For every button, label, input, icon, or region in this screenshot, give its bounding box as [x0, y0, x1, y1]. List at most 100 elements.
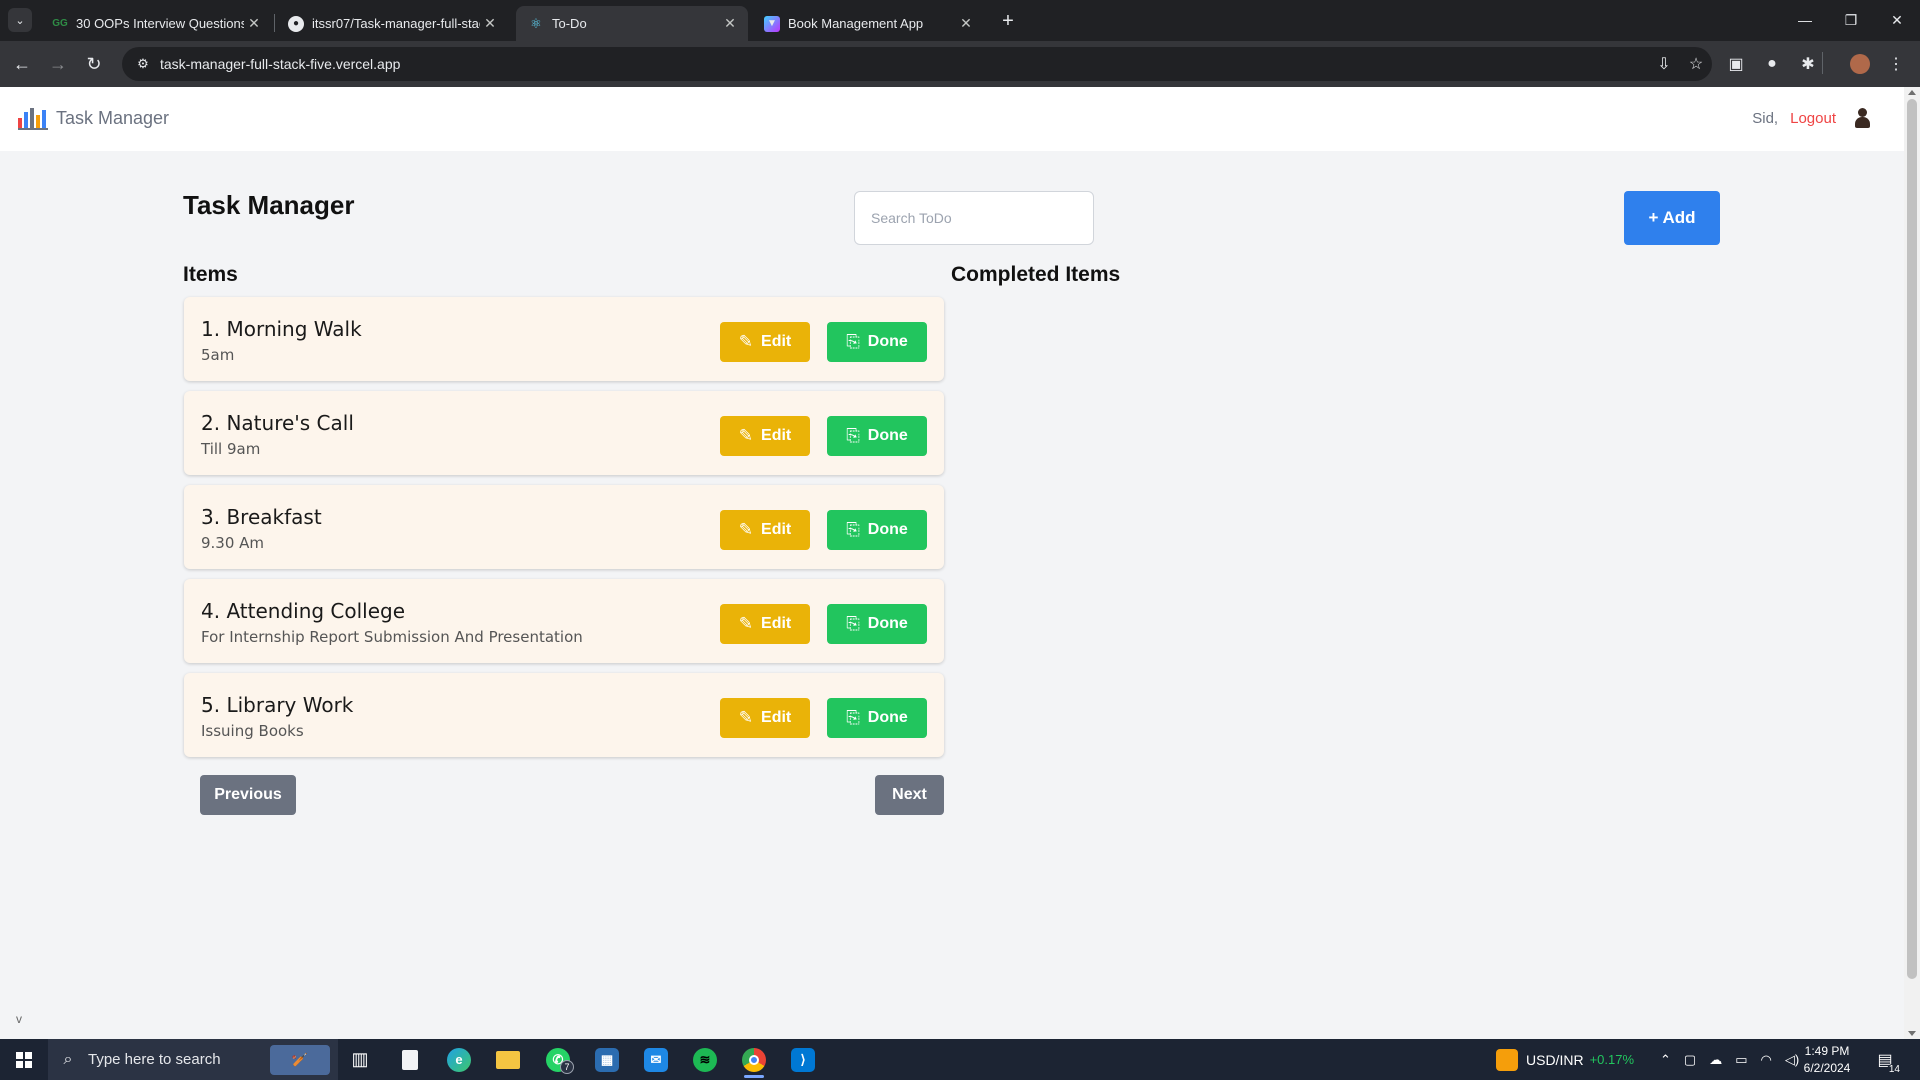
site-info-icon[interactable]: ⚙	[128, 56, 158, 72]
tab-search-button[interactable]: ⌄	[8, 8, 32, 32]
task-card: 1. Morning Walk 5am ✎ Edit ⎘ Done	[184, 297, 944, 381]
address-bar[interactable]: ⚙ task-manager-full-stack-five.vercel.ap…	[122, 47, 1712, 81]
reload-icon[interactable]: ↻	[80, 50, 108, 78]
done-button[interactable]: ⎘ Done	[827, 322, 927, 362]
user-name: Sid,	[1752, 109, 1779, 127]
close-icon[interactable]: ✕	[956, 15, 976, 32]
vite-icon: ▼	[764, 15, 780, 32]
edit-button[interactable]: ✎ Edit	[720, 322, 810, 362]
edit-button[interactable]: ✎ Edit	[720, 698, 810, 738]
extension-circle-icon[interactable]: ●	[1760, 52, 1784, 76]
task-title: 1. Morning Walk	[201, 317, 362, 341]
done-button[interactable]: ⎘ Done	[827, 510, 927, 550]
edit-pencil-icon: ✎	[738, 332, 754, 351]
microsoft-store-icon[interactable]: ▦	[585, 1041, 629, 1078]
mail-icon[interactable]: ✉	[634, 1041, 678, 1078]
tab-github-repo[interactable]: ● itssr07/Task-manager-full-stack ✕	[276, 6, 508, 41]
tab-oops-questions[interactable]: GG 30 OOPs Interview Questions a ✕	[40, 6, 272, 41]
ticker-widget[interactable]: USD/INR +0.17%	[1496, 1039, 1634, 1080]
restore-button[interactable]: ❐	[1828, 6, 1874, 34]
ticker-symbol: USD/INR	[1526, 1051, 1584, 1068]
spotify-icon[interactable]: ≋	[683, 1041, 727, 1078]
github-icon: ●	[288, 15, 304, 32]
start-button[interactable]	[0, 1039, 48, 1080]
url-text[interactable]: task-manager-full-stack-five.vercel.app	[160, 56, 1648, 72]
browser-menu-icon[interactable]: ⋮	[1884, 52, 1908, 76]
forward-arrow-icon[interactable]: →	[44, 50, 72, 78]
onedrive-cloud-icon[interactable]: ☁	[1709, 1052, 1722, 1068]
windows-logo-icon	[16, 1051, 32, 1068]
clipboard-check-icon: ⎘	[846, 520, 860, 539]
install-app-icon[interactable]: ⇩	[1648, 54, 1680, 74]
edit-button[interactable]: ✎ Edit	[720, 416, 810, 456]
close-icon[interactable]: ✕	[244, 15, 264, 32]
task-title: 5. Library Work	[201, 693, 353, 717]
clock-time: 1:49 PM	[1804, 1044, 1850, 1058]
vscode-icon[interactable]: ⟩	[781, 1041, 825, 1078]
search-icon: ⌕	[63, 1050, 73, 1068]
taskbar-clock[interactable]: 1:49 PM 6/2/2024	[1796, 1043, 1858, 1077]
new-tab-button[interactable]: +	[996, 9, 1020, 33]
user-avatar-icon[interactable]	[1852, 106, 1872, 130]
chrome-icon[interactable]	[732, 1041, 776, 1078]
next-button[interactable]: Next	[875, 775, 944, 815]
task-manager-logo-icon	[18, 106, 48, 130]
done-button[interactable]: ⎘ Done	[827, 604, 927, 644]
close-icon[interactable]: ✕	[480, 15, 500, 32]
previous-button[interactable]: Previous	[200, 775, 296, 815]
add-button[interactable]: + Add	[1624, 191, 1720, 245]
edge-icon[interactable]: e	[437, 1041, 481, 1078]
extensions-puzzle-icon[interactable]: ✱	[1796, 52, 1820, 76]
back-arrow-icon[interactable]: ←	[8, 50, 36, 78]
task-title: 3. Breakfast	[201, 505, 322, 529]
minimize-button[interactable]: —	[1782, 6, 1828, 34]
task-description: Till 9am	[201, 440, 261, 458]
edit-button[interactable]: ✎ Edit	[720, 604, 810, 644]
tab-book-management[interactable]: ▼ Book Management App ✕	[752, 6, 984, 41]
edit-label: Edit	[761, 427, 792, 444]
user-area: Sid, Logout	[1752, 106, 1872, 130]
tab-title: itssr07/Task-manager-full-stack	[312, 16, 480, 31]
clipboard-check-icon: ⎘	[846, 708, 860, 727]
tab-todo[interactable]: ⚛ To-Do ✕	[516, 6, 748, 41]
whatsapp-badge: 7	[560, 1060, 574, 1074]
done-button[interactable]: ⎘ Done	[827, 416, 927, 456]
whatsapp-icon[interactable]: ✆ 7	[536, 1041, 580, 1078]
logout-link[interactable]: Logout	[1790, 110, 1836, 127]
task-card: 2. Nature's Call Till 9am ✎ Edit ⎘ Done	[184, 391, 944, 475]
notepad-icon[interactable]	[388, 1041, 432, 1078]
browser-tab-bar: ⌄ GG 30 OOPs Interview Questions a ✕ ● i…	[0, 0, 1920, 41]
page-scrollbar[interactable]	[1904, 87, 1920, 1039]
edit-label: Edit	[761, 333, 792, 350]
search-input[interactable]	[854, 191, 1094, 245]
notification-center-icon[interactable]: ▤ 14	[1872, 1047, 1902, 1075]
scrollbar-thumb[interactable]	[1907, 99, 1917, 979]
clipboard-check-icon: ⎘	[846, 426, 860, 445]
close-icon[interactable]: ✕	[720, 15, 740, 32]
file-explorer-icon[interactable]	[486, 1041, 530, 1078]
search-highlight-icon[interactable]: 🏏	[270, 1045, 330, 1075]
task-name: Morning Walk	[226, 317, 362, 341]
ticker-change: +0.17%	[1589, 1052, 1635, 1067]
close-window-button[interactable]: ✕	[1874, 6, 1920, 34]
taskbar-search-placeholder: Type here to search	[88, 1051, 221, 1068]
brand[interactable]: Task Manager	[18, 106, 169, 130]
page-viewport: Task Manager Sid, Logout Task Manager + …	[0, 87, 1904, 1039]
task-view-icon[interactable]: ▥	[338, 1041, 382, 1078]
task-name: Library Work	[226, 693, 354, 717]
meet-now-icon[interactable]: ▢	[1684, 1052, 1696, 1068]
bookmark-star-icon[interactable]: ☆	[1680, 54, 1712, 74]
profile-avatar-icon[interactable]	[1848, 52, 1872, 76]
scroll-down-arrow-icon[interactable]	[1908, 1031, 1916, 1036]
task-card: 3. Breakfast 9.30 Am ✎ Edit ⎘ Done	[184, 485, 944, 569]
edit-button[interactable]: ✎ Edit	[720, 510, 810, 550]
task-description: 5am	[201, 346, 235, 364]
scroll-up-arrow-icon[interactable]	[1908, 90, 1916, 95]
wifi-icon[interactable]: ◠	[1761, 1052, 1772, 1068]
taskbar-search-box[interactable]: ⌕ Type here to search 🏏	[48, 1039, 338, 1080]
battery-icon[interactable]: ▭	[1735, 1052, 1747, 1068]
extension-icon[interactable]: ▣	[1724, 52, 1748, 76]
chevron-up-icon[interactable]: ⌃	[1660, 1052, 1671, 1068]
done-button[interactable]: ⎘ Done	[827, 698, 927, 738]
task-number: 5.	[201, 693, 221, 717]
